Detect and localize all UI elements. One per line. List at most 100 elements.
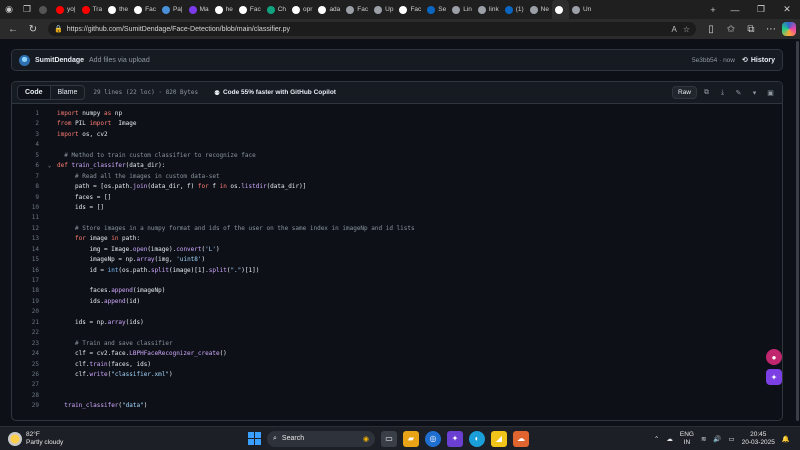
line-number[interactable]: 20: [12, 307, 42, 317]
cloud-icon[interactable]: ☁: [666, 435, 673, 443]
line-number[interactable]: 24: [12, 349, 42, 359]
browser-tab[interactable]: Un: [569, 0, 594, 19]
weather-widget[interactable]: 82°F Partly cloudy: [0, 431, 140, 447]
history-button[interactable]: ⟲ History: [742, 56, 775, 65]
extension-icon[interactable]: ●: [766, 349, 782, 365]
line-number[interactable]: 7: [12, 172, 42, 182]
clock[interactable]: 20:45 20-03-2025: [742, 431, 775, 447]
browser-tab[interactable]: Se: [424, 0, 449, 19]
browser-tab[interactable]: Pa|: [159, 0, 186, 19]
line-number[interactable]: 16: [12, 266, 42, 276]
line-number[interactable]: 15: [12, 255, 42, 265]
browser-tab[interactable]: Fac: [396, 0, 424, 19]
browser-tab[interactable]: Ne: [527, 0, 552, 19]
url-field[interactable]: 🔒 https://github.com/SumitDendage/Face-D…: [48, 22, 696, 36]
line-number[interactable]: 22: [12, 328, 42, 338]
commit-message[interactable]: Add files via upload: [89, 57, 150, 64]
maximize-icon[interactable]: ❐: [748, 0, 774, 19]
back-icon[interactable]: ←: [4, 20, 22, 38]
new-tab-button[interactable]: +: [704, 0, 722, 19]
profile-icon[interactable]: ◉: [0, 0, 18, 19]
copy-icon[interactable]: ⧉: [700, 87, 713, 99]
cloud-app-icon[interactable]: ☁: [513, 430, 529, 447]
line-number[interactable]: 21: [12, 318, 42, 328]
line-number[interactable]: 12: [12, 224, 42, 234]
line-number[interactable]: 4: [12, 140, 42, 150]
line-number[interactable]: 9: [12, 193, 42, 203]
line-number[interactable]: 25: [12, 360, 42, 370]
line-number[interactable]: 11: [12, 213, 42, 223]
commit-hash-time[interactable]: 5e3bb54 · now: [692, 57, 735, 64]
browser-tab[interactable]: he: [212, 0, 236, 19]
volume-icon[interactable]: 🔊: [713, 435, 721, 443]
line-number[interactable]: 8: [12, 182, 42, 192]
split-screen-icon[interactable]: ▯: [702, 20, 720, 38]
refresh-icon[interactable]: ↻: [24, 20, 42, 38]
copilot-icon[interactable]: [782, 22, 796, 36]
close-icon[interactable]: ✕: [774, 0, 800, 19]
chevron-down-icon[interactable]: ▾: [748, 87, 761, 99]
chevron-down-icon[interactable]: ⌄: [42, 161, 57, 171]
browser-tab[interactable]: Fac: [236, 0, 264, 19]
line-number[interactable]: 23: [12, 339, 42, 349]
start-icon[interactable]: [248, 432, 261, 445]
browser-tab[interactable]: (1): [502, 0, 527, 19]
line-number[interactable]: 27: [12, 380, 42, 390]
browser-tab[interactable]: link: [475, 0, 502, 19]
browser-tab[interactable]: opr: [289, 0, 315, 19]
line-number[interactable]: 17: [12, 276, 42, 286]
line-number[interactable]: 6: [12, 161, 42, 171]
tab-actions-icon[interactable]: ❐: [18, 0, 36, 19]
collections-icon[interactable]: ⧉: [742, 20, 760, 38]
app-icon[interactable]: ◢: [491, 430, 507, 447]
browser-tab[interactable]: yo|: [53, 0, 79, 19]
browser-tab[interactable]: Up: [371, 0, 396, 19]
language-indicator[interactable]: ENG IN: [680, 431, 694, 447]
browser-tab[interactable]: the: [105, 0, 131, 19]
line-number[interactable]: 5: [12, 151, 42, 161]
browser-tab[interactable]: [551, 0, 569, 19]
task-view-icon[interactable]: ▭: [381, 430, 397, 447]
menu-icon[interactable]: ⋯: [762, 20, 780, 38]
line-number[interactable]: 18: [12, 286, 42, 296]
chrome-icon[interactable]: ◎: [425, 430, 441, 447]
line-number[interactable]: 26: [12, 370, 42, 380]
blame-tab[interactable]: Blame: [51, 86, 85, 99]
line-number[interactable]: 29: [12, 401, 42, 411]
line-number[interactable]: 19: [12, 297, 42, 307]
browser-tab[interactable]: Tra: [79, 0, 106, 19]
line-number[interactable]: 14: [12, 245, 42, 255]
edge-icon[interactable]: ◐: [469, 430, 485, 447]
file-explorer-icon[interactable]: ▰: [403, 430, 419, 447]
browser-tab[interactable]: Ma: [186, 0, 212, 19]
taskbar-search[interactable]: ⌕ Search ◉: [267, 430, 375, 447]
code-tab[interactable]: Code: [18, 86, 51, 99]
edit-icon[interactable]: ✎: [732, 87, 745, 99]
minimize-icon[interactable]: —: [722, 0, 748, 19]
copilot-promo-link[interactable]: ⚉ Code 55% faster with GitHub Copilot: [214, 89, 336, 97]
browser-tab[interactable]: [36, 0, 53, 19]
line-number[interactable]: 2: [12, 119, 42, 129]
browser-tab[interactable]: Fac: [131, 0, 159, 19]
favorites-icon[interactable]: ✩: [722, 20, 740, 38]
line-number[interactable]: 28: [12, 391, 42, 401]
browser-tab[interactable]: ada: [315, 0, 343, 19]
line-number[interactable]: 1: [12, 109, 42, 119]
line-number[interactable]: 3: [12, 130, 42, 140]
raw-button[interactable]: Raw: [671, 86, 697, 99]
browser-tab[interactable]: Fac: [343, 0, 371, 19]
line-number[interactable]: 10: [12, 203, 42, 213]
battery-icon[interactable]: ▭: [729, 435, 735, 443]
chevron-up-icon[interactable]: ⌃: [654, 435, 659, 443]
symbols-panel-icon[interactable]: ▣: [764, 87, 777, 99]
copilot-app-icon[interactable]: ✦: [447, 430, 463, 447]
line-number[interactable]: 13: [12, 234, 42, 244]
download-icon[interactable]: ⤓: [716, 87, 729, 99]
wifi-icon[interactable]: ≋: [701, 435, 706, 443]
avatar[interactable]: [19, 54, 30, 66]
browser-tab[interactable]: Lin: [449, 0, 475, 19]
commit-author[interactable]: SumitDendage: [35, 57, 84, 64]
read-aloud-icon[interactable]: A: [671, 25, 676, 34]
notification-icon[interactable]: 🔔: [782, 435, 790, 443]
favorite-icon[interactable]: ☆: [683, 25, 690, 34]
